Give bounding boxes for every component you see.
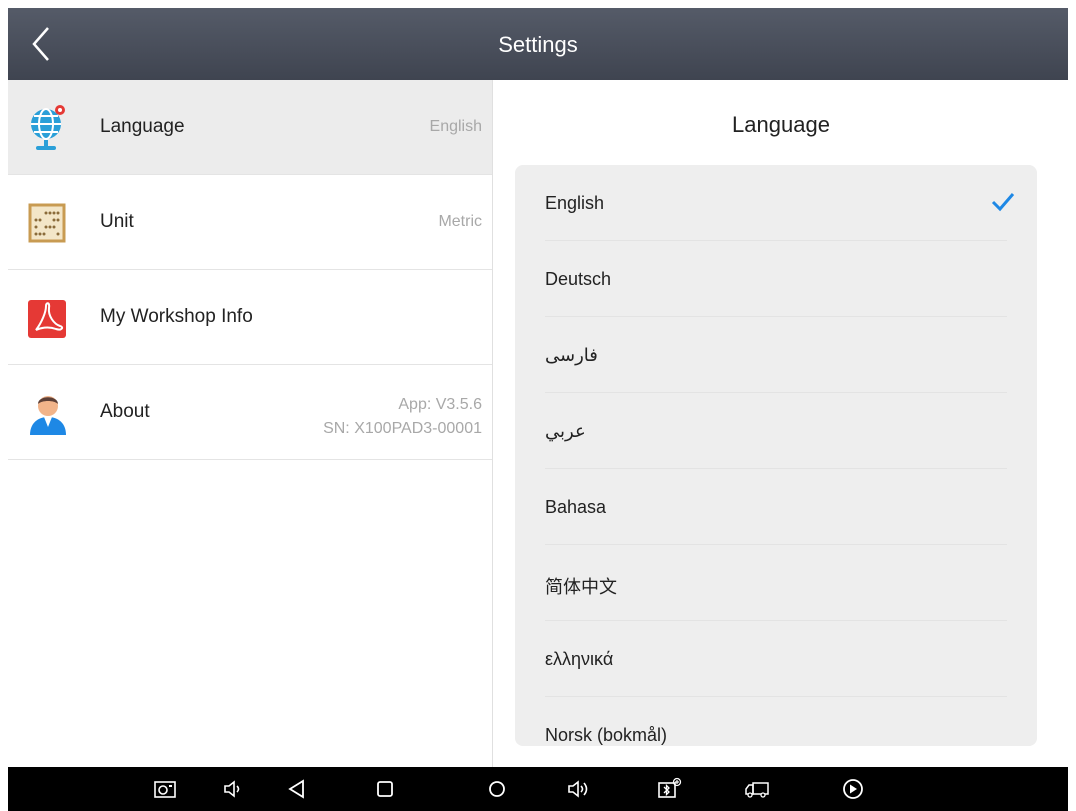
language-option[interactable]: عربي xyxy=(545,393,1007,469)
language-option[interactable]: ελληνικά xyxy=(545,621,1007,697)
settings-menu: Language English Unit Metric My Workshop… xyxy=(8,80,493,767)
back-triangle-icon xyxy=(288,779,304,799)
screenshot-icon xyxy=(154,781,176,798)
vci-bluetooth-icon xyxy=(658,777,682,798)
language-label: عربي xyxy=(545,421,586,441)
language-label: Norsk (bokmål) xyxy=(545,725,668,745)
menu-item-unit[interactable]: Unit Metric xyxy=(8,175,492,270)
language-panel: Language English Deutsch فارسی عربي Baha… xyxy=(494,80,1068,767)
system-nav-bar xyxy=(8,767,1068,811)
app-version: App: V3.5.6 xyxy=(398,396,482,413)
volume-down-button[interactable] xyxy=(220,777,246,801)
vci-button[interactable] xyxy=(656,777,682,801)
menu-item-about[interactable]: About App: V3.5.6 SN: X100PAD3-00001 xyxy=(8,365,492,460)
volume-up-icon xyxy=(568,780,588,798)
menu-item-label: About xyxy=(100,401,150,422)
home-circle-icon xyxy=(489,781,505,797)
menu-item-label: Language xyxy=(100,116,185,137)
language-option[interactable]: فارسی xyxy=(545,317,1007,393)
truck-button[interactable] xyxy=(744,777,770,801)
language-list[interactable]: English Deutsch فارسی عربي Bahasa 简体中文 ε… xyxy=(515,165,1037,746)
menu-item-label: Unit xyxy=(100,211,134,232)
volume-up-button[interactable] xyxy=(566,777,592,801)
language-label: Bahasa xyxy=(545,497,607,517)
recent-apps-icon xyxy=(377,781,393,797)
menu-item-language[interactable]: Language English xyxy=(8,80,492,175)
language-option[interactable]: Deutsch xyxy=(545,241,1007,317)
home-button[interactable] xyxy=(484,777,510,801)
menu-item-value: English xyxy=(429,118,482,135)
panel-title: Language xyxy=(732,112,830,137)
language-label: ελληνικά xyxy=(545,649,614,669)
menu-item-label: My Workshop Info xyxy=(100,306,253,327)
pdf-icon xyxy=(28,300,66,338)
serial-number: SN: X100PAD3-00001 xyxy=(323,420,482,437)
play-button[interactable] xyxy=(840,777,866,801)
language-option[interactable]: 简体中文 xyxy=(545,545,1007,621)
back-nav-button[interactable] xyxy=(284,777,310,801)
menu-item-value: Metric xyxy=(438,213,482,230)
volume-down-icon xyxy=(224,780,240,798)
globe-pin-icon xyxy=(31,105,65,150)
truck-icon xyxy=(745,782,769,798)
language-label: Deutsch xyxy=(545,269,612,289)
page-title: Settings xyxy=(498,32,578,57)
title-bar: Settings xyxy=(8,8,1068,80)
about-values: App: V3.5.6 SN: X100PAD3-00001 xyxy=(323,393,482,441)
check-icon xyxy=(991,193,1015,212)
language-label: English xyxy=(545,193,605,213)
user-icon xyxy=(30,396,66,435)
play-icon xyxy=(843,779,863,799)
language-option[interactable]: English xyxy=(545,165,1015,241)
language-label: فارسی xyxy=(545,345,598,365)
screenshot-button[interactable] xyxy=(152,777,178,801)
recent-apps-button[interactable] xyxy=(372,777,398,801)
language-option[interactable]: Norsk (bokmål) xyxy=(545,697,1007,746)
menu-item-workshop-info[interactable]: My Workshop Info xyxy=(8,270,492,365)
abacus-icon xyxy=(28,203,66,243)
language-label: 简体中文 xyxy=(545,577,617,597)
language-option[interactable]: Bahasa xyxy=(545,469,1007,545)
